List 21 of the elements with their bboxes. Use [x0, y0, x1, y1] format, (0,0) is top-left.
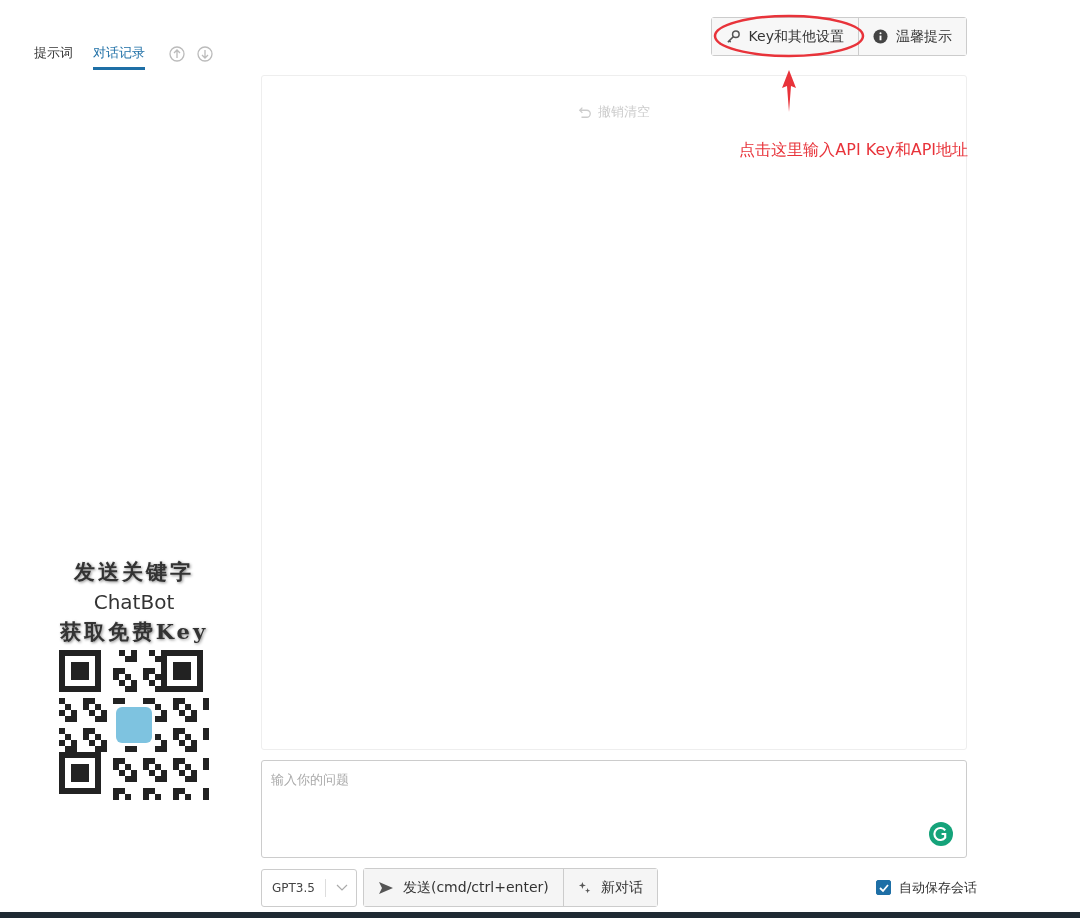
sidebar-tab[interactable]: 对话记录 [93, 44, 145, 70]
settings-button[interactable]: Key和其他设置 [711, 18, 859, 55]
undo-icon [578, 105, 592, 119]
sparkle-icon [577, 880, 592, 895]
autosave-checkbox[interactable] [876, 880, 891, 895]
arrow-up-icon[interactable] [169, 46, 185, 62]
chevron-down-icon [335, 883, 348, 892]
arrow-down-icon[interactable] [197, 46, 213, 62]
key-icon [725, 29, 741, 44]
send-button[interactable]: 发送(cmd/ctrl+enter) [363, 869, 564, 906]
info-icon [873, 29, 888, 44]
promo-text: 发送关键字 [74, 558, 194, 586]
promo-text: 获取免费Key [59, 618, 209, 646]
send-icon [377, 879, 394, 896]
question-input[interactable]: 输入你的问题 [261, 760, 967, 858]
promo-text: ChatBot [93, 590, 175, 614]
sidebar-tab[interactable]: 提示词 [34, 44, 73, 70]
annotation-text: 点击这里输入API Key和API地址 [739, 140, 968, 161]
autosave-label: 自动保存会话 [899, 878, 977, 897]
grammarly-icon[interactable] [929, 822, 953, 846]
model-select[interactable]: GPT3.5 [261, 868, 357, 907]
